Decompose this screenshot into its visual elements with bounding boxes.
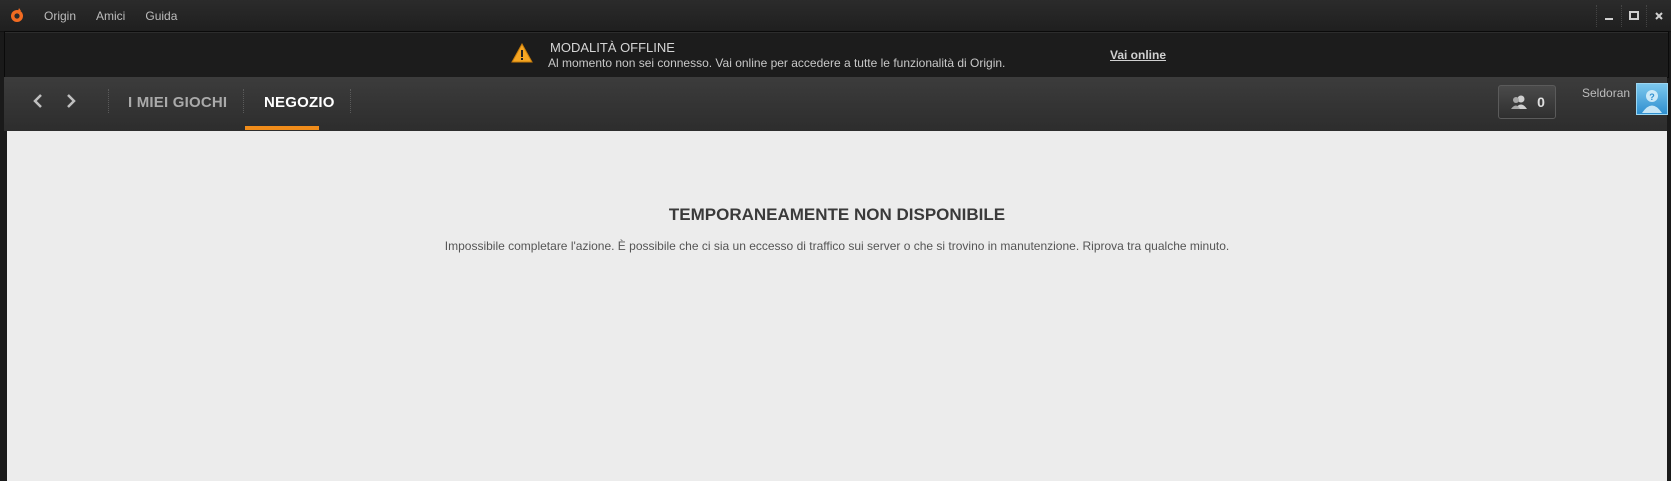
- close-icon: [1655, 11, 1663, 20]
- offline-message: Al momento non sei connesso. Vai online …: [548, 56, 1006, 70]
- chevron-right-icon: [67, 94, 76, 108]
- nav-divider: [243, 89, 245, 113]
- offline-title: MODALITÀ OFFLINE: [550, 40, 675, 55]
- menu-origin[interactable]: Origin: [44, 9, 76, 23]
- user-avatar-icon: ?: [1642, 90, 1662, 113]
- close-button[interactable]: [1646, 4, 1671, 27]
- origin-logo-icon[interactable]: [9, 7, 25, 23]
- page-title: TEMPORANEAMENTE NON DISPONIBILE: [668, 205, 1006, 224]
- error-message: Impossibile completare l'azione. È possi…: [444, 239, 1230, 253]
- avatar[interactable]: ?: [1636, 83, 1668, 115]
- warning-icon: [511, 43, 533, 63]
- friends-button[interactable]: 0: [1498, 85, 1556, 119]
- maximize-icon: [1629, 10, 1639, 20]
- offline-banner: MODALITÀ OFFLINE Al momento non sei conn…: [4, 31, 1669, 78]
- chevron-left-icon: [33, 94, 42, 108]
- menu-guida[interactable]: Guida: [145, 9, 177, 23]
- tab-store[interactable]: NEGOZIO: [264, 94, 335, 111]
- active-tab-indicator: [245, 126, 319, 130]
- minimize-icon: [1605, 17, 1613, 20]
- title-bar: Origin Amici Guida: [0, 0, 1671, 32]
- friends-count: 0: [1537, 94, 1545, 110]
- window-controls: [1596, 0, 1671, 31]
- maximize-button[interactable]: [1621, 4, 1646, 27]
- nav-divider: [350, 89, 352, 113]
- tab-my-games[interactable]: I MIEI GIOCHI: [128, 94, 227, 111]
- store-content: TEMPORANEAMENTE NON DISPONIBILE Impossib…: [7, 131, 1667, 481]
- menu-amici[interactable]: Amici: [96, 9, 125, 23]
- back-button[interactable]: [28, 91, 48, 113]
- nav-divider: [108, 89, 110, 113]
- forward-button[interactable]: [61, 91, 81, 113]
- friends-icon: [1511, 95, 1528, 109]
- svg-text:?: ?: [1649, 92, 1655, 102]
- navigation-bar: I MIEI GIOCHI NEGOZIO 0 Seldoran ?: [4, 77, 1668, 131]
- minimize-button[interactable]: [1596, 4, 1621, 27]
- username[interactable]: Seldoran: [1582, 86, 1630, 100]
- go-online-link[interactable]: Vai online: [1110, 48, 1166, 62]
- menu-bar: Origin Amici Guida: [44, 0, 197, 31]
